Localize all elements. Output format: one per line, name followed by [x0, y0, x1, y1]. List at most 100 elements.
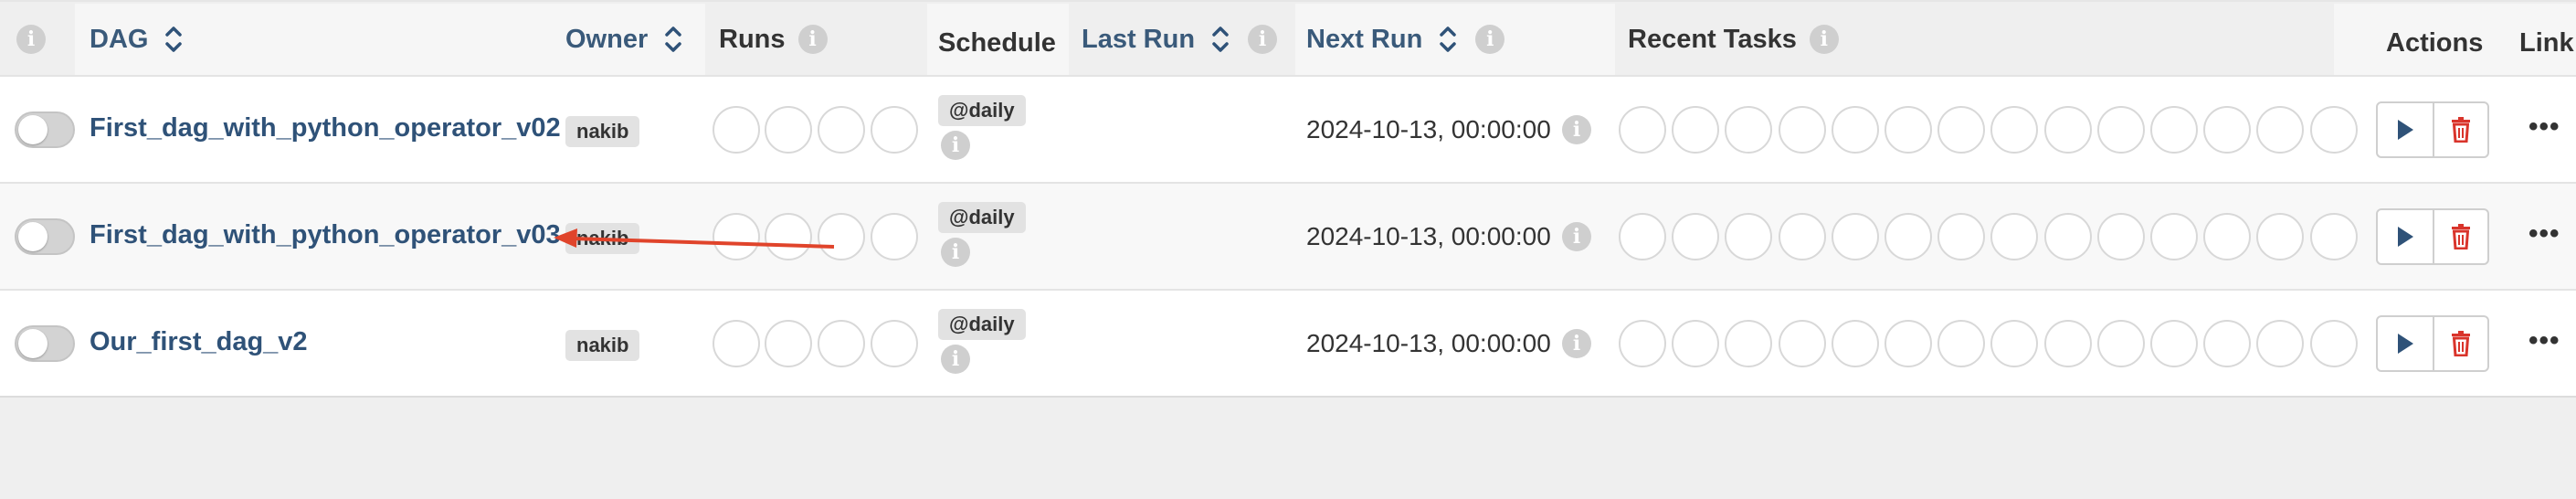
header-last-run[interactable]: Last Run i: [1082, 2, 1278, 77]
task-status-circle[interactable]: [2043, 213, 2092, 260]
header-owner-label[interactable]: Owner: [565, 25, 648, 55]
task-status-circle[interactable]: [2096, 106, 2145, 154]
task-status-circle[interactable]: [1619, 106, 1666, 154]
run-status-circle[interactable]: [871, 320, 918, 367]
task-status-circle[interactable]: [2043, 106, 2092, 154]
task-status-circle[interactable]: [1672, 320, 1720, 367]
trigger-dag-button[interactable]: [2378, 103, 2433, 156]
task-status-circle[interactable]: [2043, 320, 2092, 367]
task-status-circle[interactable]: [1778, 320, 1826, 367]
run-status-circle[interactable]: [765, 106, 812, 154]
play-icon: [2397, 227, 2413, 247]
task-status-circle[interactable]: [1884, 213, 1932, 260]
task-status-circle[interactable]: [1619, 213, 1666, 260]
sort-icon[interactable]: [664, 24, 682, 55]
info-icon[interactable]: i: [1809, 25, 1839, 54]
header-dag[interactable]: DAG: [90, 2, 183, 77]
sort-icon[interactable]: [1439, 24, 1457, 55]
task-status-circle[interactable]: [2203, 320, 2252, 367]
run-status-circle[interactable]: [871, 106, 918, 154]
task-status-circle[interactable]: [1831, 106, 1879, 154]
task-status-circle[interactable]: [1831, 213, 1879, 260]
header-links: Link: [2519, 5, 2574, 80]
info-icon[interactable]: i: [941, 238, 970, 267]
owner-badge[interactable]: nakib: [565, 116, 640, 147]
info-icon[interactable]: i: [1562, 329, 1591, 358]
dag-pause-toggle[interactable]: [15, 218, 75, 255]
dag-pause-toggle[interactable]: [15, 111, 75, 148]
task-status-circle[interactable]: [1778, 106, 1826, 154]
dag-id-link[interactable]: First_dag_with_python_operator_v02: [90, 113, 561, 143]
task-status-circle[interactable]: [1725, 106, 1773, 154]
header-next-run[interactable]: Next Run i: [1306, 2, 1505, 77]
header-owner[interactable]: Owner: [565, 2, 682, 77]
task-status-circle[interactable]: [2150, 106, 2198, 154]
task-status-circle[interactable]: [2096, 213, 2145, 260]
owner-badge[interactable]: nakib: [565, 223, 640, 254]
task-status-circle[interactable]: [2309, 213, 2358, 260]
task-status-circle[interactable]: [2309, 106, 2358, 154]
header-dag-label[interactable]: DAG: [90, 25, 148, 55]
trigger-dag-button[interactable]: [2378, 210, 2433, 263]
run-status-circle[interactable]: [713, 106, 760, 154]
info-icon[interactable]: i: [16, 25, 46, 54]
dag-id-link[interactable]: Our_first_dag_v2: [90, 327, 308, 357]
toggle-info-header[interactable]: i: [16, 2, 46, 77]
info-icon[interactable]: i: [1562, 222, 1591, 251]
run-status-circle[interactable]: [713, 213, 760, 260]
task-status-circle[interactable]: [1619, 320, 1666, 367]
task-status-circle[interactable]: [1937, 320, 1986, 367]
task-status-circle[interactable]: [1990, 213, 2039, 260]
task-status-circle[interactable]: [1937, 213, 1986, 260]
info-icon[interactable]: i: [1475, 25, 1505, 54]
more-icon[interactable]: •••: [2528, 218, 2560, 250]
task-status-circle[interactable]: [1990, 320, 2039, 367]
more-icon[interactable]: •••: [2528, 325, 2560, 356]
run-status-circle[interactable]: [713, 320, 760, 367]
task-status-circle[interactable]: [2096, 320, 2145, 367]
task-status-circle[interactable]: [2150, 320, 2198, 367]
task-status-circle[interactable]: [1884, 320, 1932, 367]
run-status-circle[interactable]: [765, 320, 812, 367]
owner-badge[interactable]: nakib: [565, 330, 640, 361]
trash-icon: [2451, 117, 2470, 143]
info-icon[interactable]: i: [941, 131, 970, 160]
info-icon[interactable]: i: [797, 25, 828, 54]
task-status-circle[interactable]: [1672, 106, 1720, 154]
task-status-circle[interactable]: [2309, 320, 2358, 367]
task-status-circle[interactable]: [2256, 213, 2305, 260]
task-status-circle[interactable]: [1672, 213, 1720, 260]
run-status-circle[interactable]: [765, 213, 812, 260]
task-status-circle[interactable]: [2256, 320, 2305, 367]
trigger-dag-button[interactable]: [2378, 317, 2433, 370]
dag-pause-toggle[interactable]: [15, 325, 75, 362]
task-status-circle[interactable]: [2150, 213, 2198, 260]
info-icon[interactable]: i: [1562, 115, 1591, 144]
header-last-run-label[interactable]: Last Run: [1082, 25, 1195, 55]
delete-dag-button[interactable]: [2432, 103, 2487, 156]
sort-icon[interactable]: [164, 24, 183, 55]
run-status-circle[interactable]: [871, 213, 918, 260]
task-status-circle[interactable]: [1778, 213, 1826, 260]
task-status-circle[interactable]: [2203, 106, 2252, 154]
dag-id-link[interactable]: First_dag_with_python_operator_v03: [90, 220, 561, 250]
task-status-circle[interactable]: [2256, 106, 2305, 154]
task-status-circle[interactable]: [2203, 213, 2252, 260]
run-status-circle[interactable]: [818, 213, 865, 260]
delete-dag-button[interactable]: [2432, 210, 2487, 263]
info-icon[interactable]: i: [941, 345, 970, 374]
task-status-circle[interactable]: [1831, 320, 1879, 367]
run-status-circle[interactable]: [818, 106, 865, 154]
info-icon[interactable]: i: [1248, 25, 1278, 54]
run-status-circle[interactable]: [818, 320, 865, 367]
task-status-circle[interactable]: [1937, 106, 1986, 154]
header-schedule: Schedule: [938, 5, 1056, 80]
sort-icon[interactable]: [1211, 24, 1230, 55]
more-icon[interactable]: •••: [2528, 111, 2560, 143]
task-status-circle[interactable]: [1990, 106, 2039, 154]
delete-dag-button[interactable]: [2432, 317, 2487, 370]
header-next-run-label[interactable]: Next Run: [1306, 25, 1422, 55]
task-status-circle[interactable]: [1725, 320, 1773, 367]
task-status-circle[interactable]: [1725, 213, 1773, 260]
task-status-circle[interactable]: [1884, 106, 1932, 154]
